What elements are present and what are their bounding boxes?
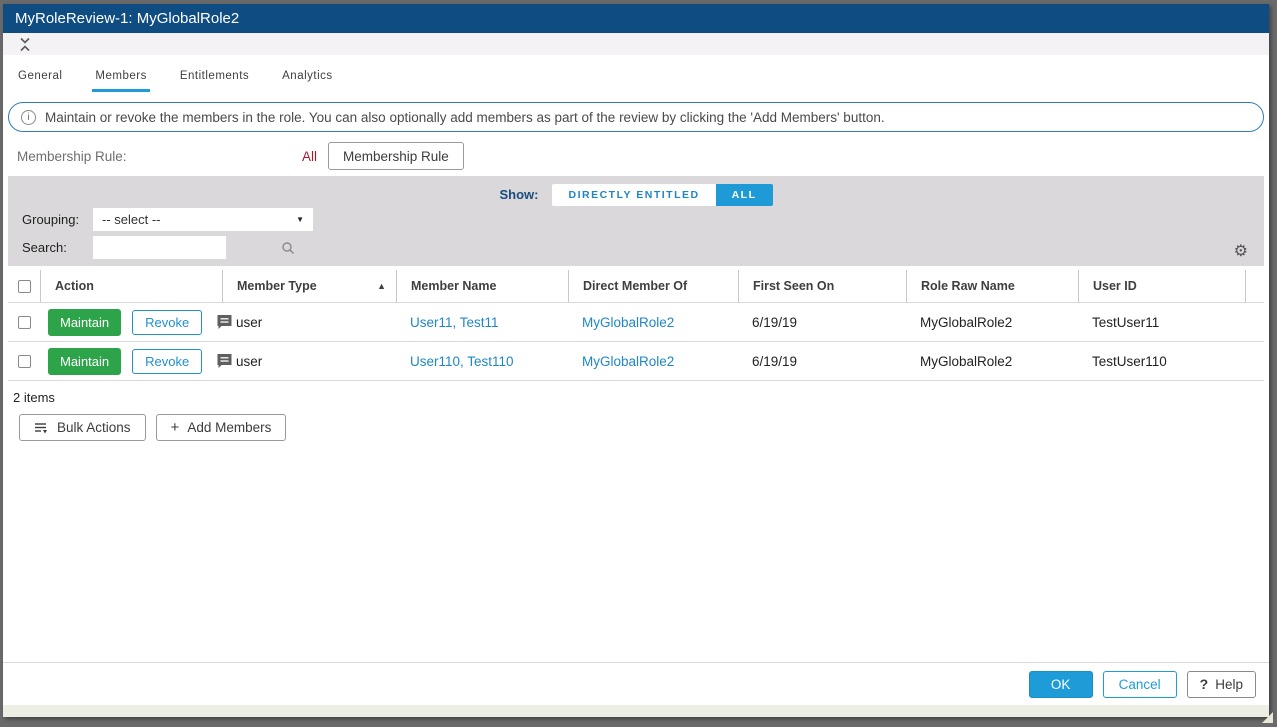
direct-member-of-cell: MyGlobalRole2	[568, 342, 738, 380]
revoke-button[interactable]: Revoke	[132, 310, 202, 335]
select-all-cell	[8, 270, 40, 302]
show-toggle: DIRECTLY ENTITLED ALL	[552, 184, 772, 206]
grouping-select[interactable]: -- select -- ▼	[93, 208, 313, 231]
tab-members[interactable]: Members	[92, 70, 149, 92]
role-raw-name-cell: MyGlobalRole2	[906, 342, 1078, 380]
column-header-direct-member-of[interactable]: Direct Member Of	[568, 270, 738, 302]
column-header-member-type[interactable]: Member Type ▲	[222, 270, 396, 302]
membership-rule-row: Membership Rule: All Membership Rule	[3, 142, 1269, 170]
tab-bar: General Members Entitlements Analytics	[3, 55, 1269, 92]
role-review-dialog: MyRoleReview-1: MyGlobalRole2 General Me…	[3, 4, 1269, 717]
membership-rule-value: All	[302, 149, 317, 164]
user-id-cell: TestUser11	[1078, 303, 1245, 341]
dialog-footer: OK Cancel ? Help	[3, 662, 1269, 705]
member-type-cell: user	[222, 303, 396, 341]
tab-entitlements[interactable]: Entitlements	[177, 70, 252, 92]
collapse-toggle[interactable]	[18, 36, 32, 53]
content-spacer	[3, 441, 1269, 662]
row-checkbox-cell	[8, 342, 40, 380]
help-button[interactable]: ? Help	[1187, 671, 1256, 698]
bulk-actions-icon	[34, 421, 49, 435]
maintain-button[interactable]: Maintain	[48, 348, 121, 375]
user-id-cell: TestUser110	[1078, 342, 1245, 380]
first-seen-on-cell: 6/19/19	[738, 303, 906, 341]
member-type-cell: user	[222, 342, 396, 380]
select-all-checkbox[interactable]	[18, 280, 31, 293]
window-title: MyRoleReview-1: MyGlobalRole2	[15, 10, 239, 27]
show-toggle-row: Show: DIRECTLY ENTITLED ALL	[8, 183, 1264, 206]
membership-rule-button[interactable]: Membership Rule	[328, 142, 464, 170]
table-row: Maintain Revoke user User11, Test11	[8, 303, 1264, 342]
table-row: Maintain Revoke user User110, Test110	[8, 342, 1264, 381]
sort-ascending-icon: ▲	[377, 281, 386, 291]
search-box	[93, 236, 226, 259]
row-checkbox[interactable]	[18, 355, 31, 368]
grouping-selected-value: -- select --	[102, 212, 161, 227]
info-message: Maintain or revoke the members in the ro…	[45, 110, 885, 125]
member-name-link[interactable]: User110, Test110	[410, 354, 514, 369]
ok-button[interactable]: OK	[1029, 671, 1093, 698]
gear-icon[interactable]: ⚙	[1234, 244, 1248, 260]
bottom-strip	[3, 705, 1269, 717]
row-checkbox[interactable]	[18, 316, 31, 329]
search-input[interactable]	[93, 236, 281, 259]
row-action-cell: Maintain Revoke	[40, 342, 222, 380]
maintain-button[interactable]: Maintain	[48, 309, 121, 336]
direct-member-of-cell: MyGlobalRole2	[568, 303, 738, 341]
add-members-button[interactable]: + Add Members	[156, 414, 287, 441]
table-actions-row: Bulk Actions + Add Members	[19, 414, 1269, 441]
members-table: Action Member Type ▲ Member Name Direct …	[8, 270, 1264, 381]
row-checkbox-cell	[8, 303, 40, 341]
items-count: 2 items	[13, 390, 1269, 405]
first-seen-on-cell: 6/19/19	[738, 342, 906, 380]
column-header-member-type-label: Member Type	[237, 279, 317, 293]
column-header-first-seen-on[interactable]: First Seen On	[738, 270, 906, 302]
extra-cell	[1245, 342, 1264, 380]
info-banner: i Maintain or revoke the members in the …	[8, 102, 1264, 132]
collapse-strip	[3, 33, 1269, 55]
bulk-actions-label: Bulk Actions	[57, 420, 131, 435]
screen: MyRoleReview-1: MyGlobalRole2 General Me…	[0, 0, 1277, 727]
chevron-collapse-icon	[18, 40, 32, 57]
tab-general[interactable]: General	[15, 70, 65, 92]
toggle-directly-entitled[interactable]: DIRECTLY ENTITLED	[552, 184, 715, 206]
member-name-cell: User11, Test11	[396, 303, 568, 341]
grouping-label: Grouping:	[22, 212, 79, 227]
extra-cell	[1245, 303, 1264, 341]
table-header-row: Action Member Type ▲ Member Name Direct …	[8, 270, 1264, 303]
help-label: Help	[1215, 677, 1243, 692]
bulk-actions-button[interactable]: Bulk Actions	[19, 414, 146, 441]
direct-member-of-link[interactable]: MyGlobalRole2	[582, 315, 674, 330]
resize-grip[interactable]	[1262, 712, 1273, 723]
column-header-member-name[interactable]: Member Name	[396, 270, 568, 302]
membership-rule-label: Membership Rule:	[17, 149, 127, 164]
member-name-link[interactable]: User11, Test11	[410, 315, 499, 330]
role-raw-name-cell: MyGlobalRole2	[906, 303, 1078, 341]
column-header-action[interactable]: Action	[40, 270, 222, 302]
plus-icon: +	[171, 419, 180, 436]
tab-analytics[interactable]: Analytics	[279, 70, 336, 92]
column-header-extra	[1245, 270, 1264, 302]
revoke-button[interactable]: Revoke	[132, 349, 202, 374]
column-header-user-id[interactable]: User ID	[1078, 270, 1245, 302]
column-header-role-raw-name[interactable]: Role Raw Name	[906, 270, 1078, 302]
search-icon[interactable]	[281, 241, 295, 255]
toggle-all[interactable]: ALL	[716, 184, 773, 206]
question-mark-icon: ?	[1200, 676, 1209, 692]
cancel-button[interactable]: Cancel	[1103, 671, 1177, 698]
window-title-bar: MyRoleReview-1: MyGlobalRole2	[3, 4, 1269, 33]
row-action-cell: Maintain Revoke	[40, 303, 222, 341]
info-icon: i	[21, 110, 36, 125]
members-filter-panel: Show: DIRECTLY ENTITLED ALL Grouping: --…	[8, 176, 1264, 266]
show-label: Show:	[499, 187, 538, 202]
search-label: Search:	[22, 240, 67, 255]
add-members-label: Add Members	[187, 420, 271, 435]
chevron-down-icon: ▼	[296, 215, 304, 224]
member-name-cell: User110, Test110	[396, 342, 568, 380]
direct-member-of-link[interactable]: MyGlobalRole2	[582, 354, 674, 369]
